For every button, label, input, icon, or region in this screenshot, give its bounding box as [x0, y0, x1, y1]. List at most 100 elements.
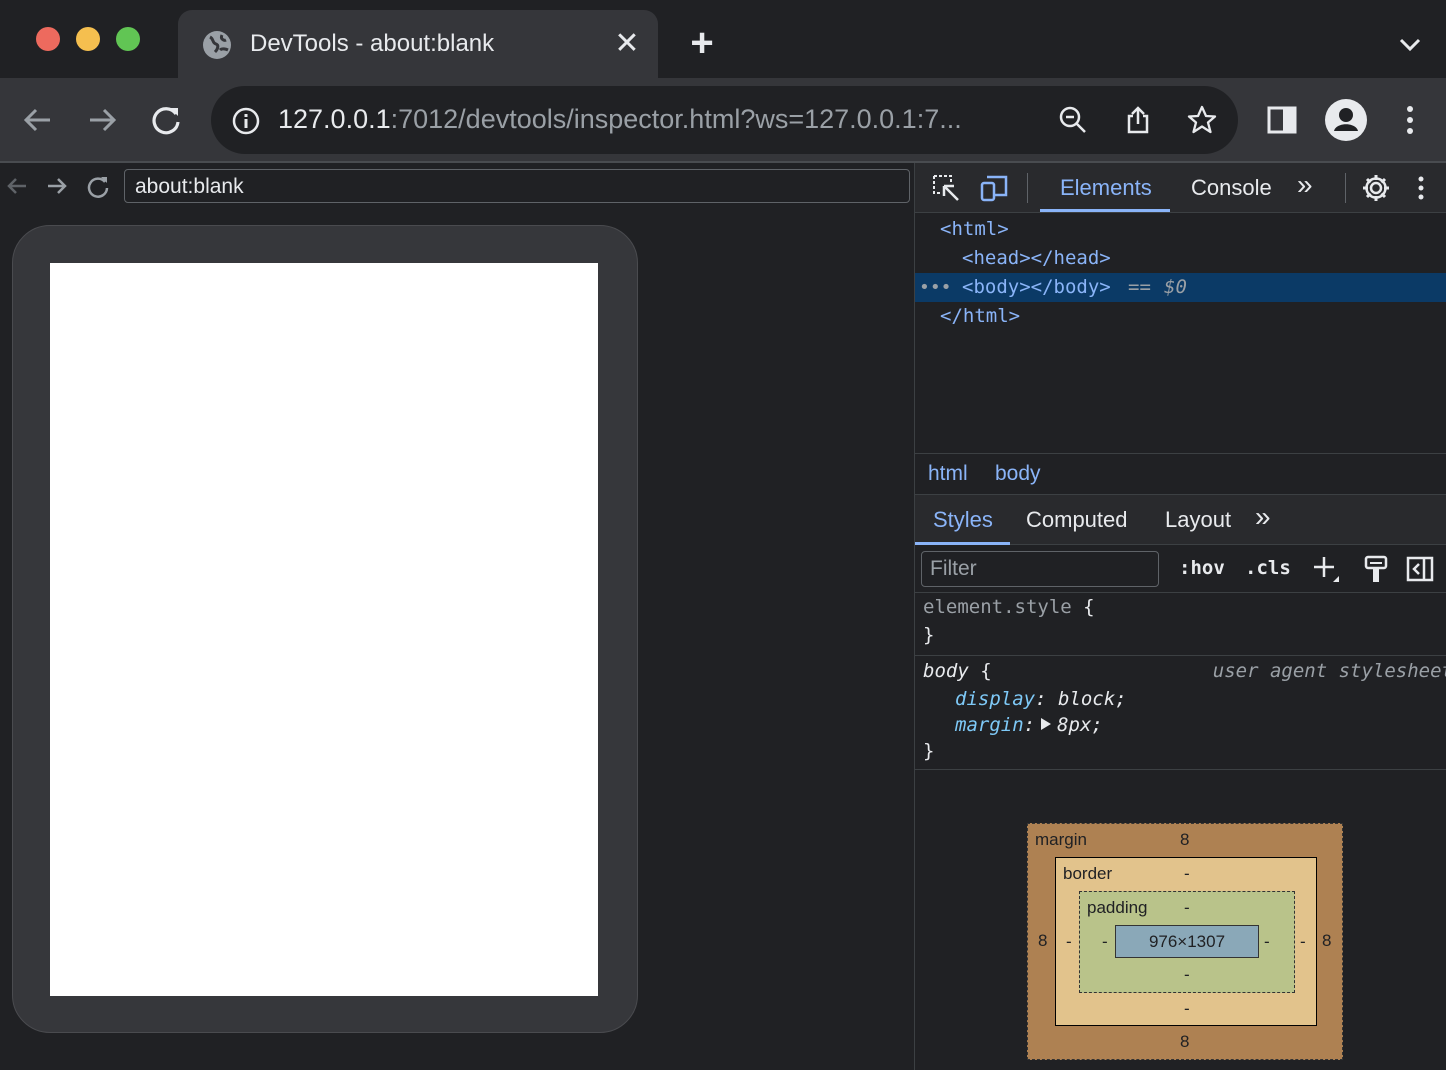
browser-tab-devtools[interactable]: DevTools - about:blank ✕: [178, 10, 658, 78]
tab-computed[interactable]: Computed: [1026, 507, 1128, 533]
tab-layout[interactable]: Layout: [1165, 507, 1231, 533]
padding-bottom-value[interactable]: -: [1184, 965, 1190, 985]
tab-elements[interactable]: Elements: [1060, 175, 1152, 201]
zoom-out-icon[interactable]: [1057, 104, 1089, 136]
active-tab-underline: [1040, 209, 1170, 212]
close-window-button[interactable]: [36, 27, 60, 51]
body-ua-rule: body { user agent stylesheet display: bl…: [915, 656, 1446, 770]
margin-right-value[interactable]: 8: [1322, 931, 1331, 951]
screencast-back-icon[interactable]: [4, 173, 30, 199]
close-brace: }: [923, 624, 935, 646]
dom-node-html-open[interactable]: <html>: [915, 215, 1446, 244]
url-host: 127.0.0.1: [278, 104, 391, 134]
sidebar-tab-bar: Styles Computed Layout »: [915, 495, 1446, 545]
device-screen[interactable]: [50, 263, 598, 996]
body-open-brace: {: [980, 660, 992, 682]
minimize-window-button[interactable]: [76, 27, 100, 51]
element-style-selector[interactable]: element.style: [923, 596, 1072, 618]
devtools-panel: Elements Console » <html> <head></head> …: [914, 163, 1446, 1070]
screencast-forward-icon[interactable]: [44, 173, 70, 199]
open-brace: {: [1083, 596, 1095, 618]
settings-gear-icon[interactable]: [1361, 173, 1391, 203]
dom-node-head[interactable]: <head></head>: [915, 244, 1446, 273]
kebab-menu-icon[interactable]: [1390, 100, 1430, 140]
cls-toggle-button[interactable]: .cls: [1245, 557, 1291, 579]
toggle-sidebar-icon[interactable]: [1405, 554, 1435, 584]
url-text[interactable]: 127.0.0.1:7012/devtools/inspector.html?w…: [278, 104, 1038, 135]
screencast-toolbar: about:blank: [0, 163, 914, 207]
devtools-tab-separator: [1027, 173, 1028, 203]
new-style-rule-icon[interactable]: [1311, 554, 1341, 584]
maximize-window-button[interactable]: [116, 27, 140, 51]
more-tabs-icon[interactable]: »: [1297, 169, 1313, 201]
margin-bottom-value[interactable]: 8: [1180, 1032, 1189, 1052]
styles-pane: element.style { } body { user agent styl…: [915, 593, 1446, 770]
dom-node-html-close[interactable]: </html>: [915, 302, 1446, 331]
share-icon[interactable]: [1122, 104, 1154, 136]
dom-node-body[interactable]: ••• <body></body> == $0: [915, 273, 1446, 302]
screencast-pane: about:blank: [0, 163, 914, 1070]
css-declaration-display[interactable]: display: block;: [955, 686, 1127, 712]
element-style-rule: element.style { }: [915, 593, 1446, 656]
screencast-reload-icon[interactable]: [85, 173, 111, 199]
box-model-padding[interactable]: padding - - - - 976×1307: [1079, 891, 1295, 993]
border-label: border: [1063, 864, 1113, 883]
info-icon[interactable]: [231, 106, 261, 136]
devtools-tab-separator-2: [1345, 173, 1346, 203]
margin-left-value[interactable]: 8: [1038, 931, 1047, 951]
hov-toggle-button[interactable]: :hov: [1179, 557, 1225, 579]
close-brace-line: }: [923, 621, 934, 649]
bookmark-star-icon[interactable]: [1186, 104, 1218, 136]
url-path: :7012/devtools/inspector.html?ws=127.0.0…: [390, 104, 962, 134]
box-model-content[interactable]: 976×1307: [1115, 925, 1259, 958]
inspect-element-icon[interactable]: [931, 173, 961, 203]
border-top-value[interactable]: -: [1184, 864, 1190, 884]
margin-top-value[interactable]: 8: [1180, 830, 1189, 850]
reload-icon[interactable]: [146, 100, 186, 140]
screencast-url-input[interactable]: about:blank: [124, 169, 910, 203]
tab-title: DevTools - about:blank: [250, 30, 495, 57]
screencast-url-text: about:blank: [135, 175, 244, 198]
margin-label: margin: [1035, 830, 1087, 849]
border-right-value[interactable]: -: [1300, 932, 1306, 952]
dom-tree: <html> <head></head> ••• <body></body> =…: [915, 215, 1446, 453]
new-tab-button[interactable]: +: [684, 23, 720, 63]
breadcrumb: html body: [915, 453, 1446, 495]
breadcrumb-html[interactable]: html: [928, 462, 968, 486]
padding-left-value[interactable]: -: [1102, 932, 1108, 952]
body-close-brace-line: }: [923, 740, 935, 762]
user-agent-stylesheet-label: user agent stylesheet: [1212, 660, 1446, 682]
paint-brush-icon[interactable]: [1361, 554, 1391, 584]
css-declaration-margin[interactable]: margin: 8px;: [955, 712, 1103, 738]
title-bar: DevTools - about:blank ✕ +: [0, 0, 1446, 78]
devtools-tab-bar: Elements Console »: [915, 163, 1446, 213]
browser-toolbar: 127.0.0.1:7012/devtools/inspector.html?w…: [0, 78, 1446, 162]
tab-styles[interactable]: Styles: [933, 507, 993, 533]
back-arrow-icon[interactable]: [18, 100, 58, 140]
padding-right-value[interactable]: -: [1264, 932, 1270, 952]
profile-avatar-icon[interactable]: [1324, 98, 1368, 142]
border-bottom-value[interactable]: -: [1184, 999, 1190, 1019]
body-rule-header: body { user agent stylesheet: [923, 656, 1446, 686]
box-model-diagram: margin 8 8 8 8 border - - - - padding - …: [1027, 823, 1343, 1060]
expand-triangle-icon[interactable]: [1041, 718, 1052, 730]
close-tab-icon[interactable]: ✕: [612, 29, 642, 59]
box-model-margin[interactable]: margin 8 8 8 8 border - - - - padding - …: [1027, 823, 1343, 1060]
styles-filter-input[interactable]: [922, 552, 1158, 586]
devtools-menu-icon[interactable]: [1411, 173, 1431, 203]
device-toolbar-icon[interactable]: [979, 173, 1009, 203]
border-left-value[interactable]: -: [1066, 932, 1072, 952]
globe-icon: [203, 31, 231, 59]
chevron-down-icon[interactable]: [1394, 28, 1426, 60]
tab-console[interactable]: Console: [1191, 175, 1272, 201]
body-selector[interactable]: body: [923, 660, 969, 682]
address-bar[interactable]: 127.0.0.1:7012/devtools/inspector.html?w…: [211, 86, 1238, 154]
box-model-border[interactable]: border - - - - padding - - - - 976×1307: [1055, 857, 1317, 1026]
side-panel-icon[interactable]: [1262, 100, 1302, 140]
forward-arrow-icon[interactable]: [82, 100, 122, 140]
padding-top-value[interactable]: -: [1184, 898, 1190, 918]
styles-filter-toolbar: :hov .cls: [915, 545, 1446, 593]
breadcrumb-body[interactable]: body: [995, 462, 1041, 486]
node-actions-icon[interactable]: •••: [919, 273, 952, 302]
more-sidebar-tabs-icon[interactable]: »: [1255, 501, 1271, 533]
